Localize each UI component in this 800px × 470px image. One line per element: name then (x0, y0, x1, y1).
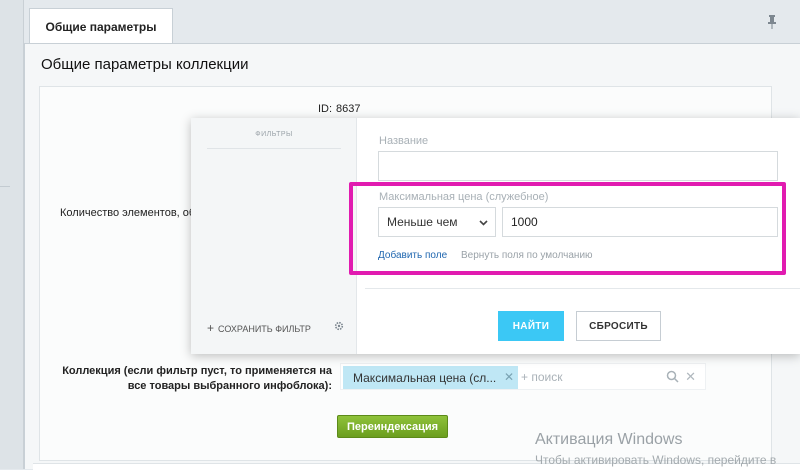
filters-sidebar: ФИЛЬТРЫ + СОХРАНИТЬ ФИЛЬТР (191, 118, 357, 354)
reset-button[interactable]: СБРОСИТЬ (576, 311, 661, 341)
divider (365, 288, 800, 289)
chevron-down-icon (479, 220, 488, 226)
tab-bar: Общие параметры (24, 0, 800, 44)
divider (207, 148, 341, 149)
filter-popup: ФИЛЬТРЫ + СОХРАНИТЬ ФИЛЬТР Название Макси… (191, 118, 800, 354)
name-field[interactable] (378, 151, 778, 181)
activation-watermark-subtitle: Чтобы активировать Windows, перейдите в (535, 453, 777, 467)
condition-value: Меньше чем (387, 215, 458, 229)
chip-close-icon[interactable]: ✕ (504, 370, 514, 384)
add-field-link[interactable]: Добавить поле (378, 250, 447, 261)
find-button[interactable]: НАЙТИ (498, 311, 564, 341)
search-input[interactable]: + поиск (521, 370, 562, 384)
count-label: Количество элементов, обра (60, 207, 208, 219)
filters-title: ФИЛЬТРЫ (255, 131, 293, 138)
section-title: Общие параметры коллекции (41, 56, 249, 73)
search-icon[interactable] (666, 370, 679, 383)
collection-label: Коллекция (если фильтр пуст, то применяе… (62, 365, 332, 392)
tab-general-params[interactable]: Общие параметры (29, 8, 173, 44)
max-price-label: Максимальная цена (служебное) (379, 191, 549, 203)
id-label: ID: (318, 103, 333, 115)
filter-chip-label: Максимальная цена (сл... (353, 370, 497, 385)
close-icon[interactable]: ✕ (685, 369, 696, 385)
save-filter-button[interactable]: + СОХРАНИТЬ ФИЛЬТР (207, 321, 311, 335)
id-value: 8637 (336, 103, 361, 115)
condition-select[interactable]: Меньше чем (378, 207, 496, 237)
collection-filter-field[interactable]: Максимальная цена (сл... ✕ + поиск ✕ (340, 363, 706, 390)
max-price-input[interactable] (502, 207, 778, 237)
pin-icon[interactable] (766, 14, 778, 30)
gear-icon[interactable] (334, 321, 344, 331)
activation-watermark-title: Активация Windows (535, 431, 683, 448)
left-strip (0, 0, 24, 469)
filter-chip[interactable]: Максимальная цена (сл... ✕ (343, 366, 518, 389)
reset-fields-link[interactable]: Вернуть поля по умолчанию (461, 250, 593, 261)
save-filter-label: СОХРАНИТЬ ФИЛЬТР (218, 324, 311, 334)
reindex-button[interactable]: Переиндексация (337, 415, 448, 438)
name-label: Название (379, 135, 429, 147)
plus-icon: + (207, 321, 215, 335)
